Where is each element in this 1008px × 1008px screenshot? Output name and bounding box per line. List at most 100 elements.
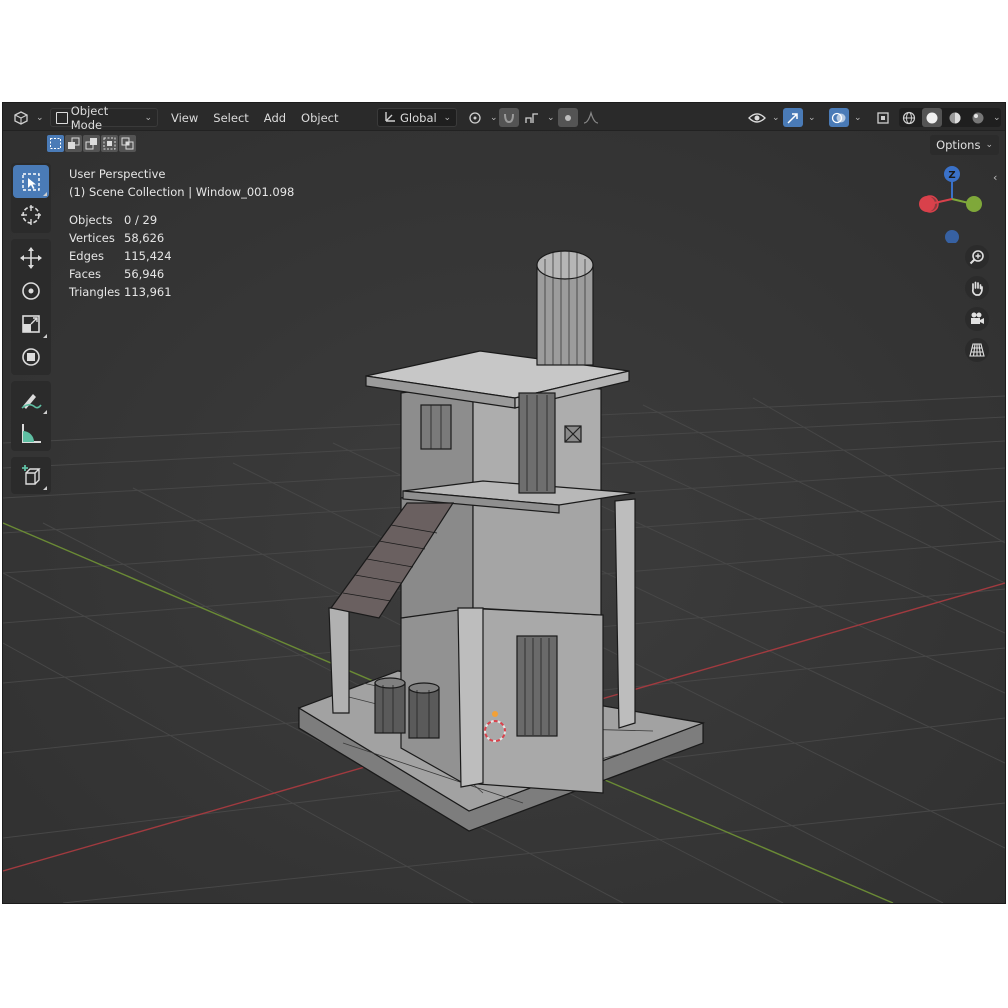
mode-label: Object Mode: [70, 103, 109, 132]
collection-label: (1) Scene Collection | Window_001.098: [69, 185, 295, 199]
gizmo-x[interactable]: [919, 196, 935, 212]
orientation-dropdown[interactable]: Global ⌄: [377, 108, 457, 127]
transform-tool[interactable]: [13, 340, 49, 373]
hand-icon: [971, 281, 983, 296]
selection-mode-buttons: [47, 135, 136, 152]
mode-dropdown[interactable]: Object Mode ⌄: [50, 104, 158, 132]
options-label: Options: [936, 138, 981, 152]
select-intersect-icon[interactable]: [119, 135, 136, 152]
overlays-icon: [829, 108, 849, 127]
stat-row: Faces 56,946: [69, 265, 172, 283]
orientation-label: Global: [400, 110, 437, 125]
select-invert-icon[interactable]: [101, 135, 118, 152]
editor-type-dropdown[interactable]: ⌄: [11, 108, 44, 127]
blender-window: ⌄ Object Mode ⌄ View Select Add Object G…: [2, 102, 1006, 904]
menu-add[interactable]: Add: [258, 111, 292, 125]
snap-target-icon[interactable]: [522, 108, 542, 127]
chevron-down-icon[interactable]: ⌄: [993, 113, 1001, 123]
menu-view[interactable]: View: [165, 111, 204, 125]
perspective-toggle-button[interactable]: [965, 338, 989, 362]
object-mode-icon: [56, 111, 68, 124]
shading-modes: ⌄: [899, 108, 1001, 127]
stat-row: Objects 0 / 29: [69, 211, 172, 229]
overlays-toggle[interactable]: ⌄: [829, 108, 862, 127]
zoom-icon: [969, 250, 984, 265]
stat-value: 58,626: [124, 231, 165, 245]
stat-value: 115,424: [124, 249, 172, 263]
chevron-down-icon: ⌄: [36, 112, 44, 123]
cursor-icon: [21, 204, 41, 225]
xray-toggle[interactable]: [873, 108, 893, 127]
select-subtract-icon[interactable]: [83, 135, 100, 152]
tool-shelf: [11, 163, 51, 500]
chevron-down-icon: ⌄: [490, 112, 498, 123]
tool-group-annotate: [11, 381, 51, 451]
proportional-edit-icon[interactable]: [558, 108, 578, 127]
add-cube-tool[interactable]: [13, 459, 49, 492]
chevron-down-icon[interactable]: ⌄: [808, 113, 816, 123]
rotate-tool[interactable]: [13, 274, 49, 307]
stat-label: Triangles: [69, 285, 121, 299]
select-box-tool[interactable]: [13, 165, 49, 198]
transform-icon: [22, 347, 40, 366]
select-box-icon: [22, 172, 40, 191]
cursor-tool[interactable]: [13, 198, 49, 231]
wireframe-shading-icon[interactable]: [899, 108, 919, 127]
chevron-down-icon: ⌄: [985, 140, 993, 150]
scale-tool[interactable]: [13, 307, 49, 340]
annotate-icon: [21, 393, 42, 409]
stat-label: Objects: [69, 213, 113, 227]
navigation-gizmo[interactable]: Z: [915, 163, 985, 243]
viewport-header: ⌄ Object Mode ⌄ View Select Add Object G…: [3, 103, 1005, 132]
gizmo-toggle[interactable]: ⌄: [783, 108, 816, 127]
gizmo-y[interactable]: [966, 196, 982, 212]
pivot-dropdown[interactable]: ⌄: [465, 108, 498, 127]
3d-viewport-icon: [11, 108, 31, 127]
proportional-editing: [558, 108, 601, 127]
snap-toggle-icon[interactable]: [499, 108, 519, 127]
tool-group-add: [11, 457, 51, 494]
visibility-dropdown[interactable]: ⌄: [747, 108, 780, 127]
pan-button[interactable]: [965, 276, 989, 300]
options-dropdown[interactable]: Options ⌄: [930, 135, 999, 155]
tool-options-corner: [43, 410, 47, 414]
chevron-down-icon: ⌄: [772, 112, 780, 123]
xray-icon: [873, 108, 893, 127]
stat-value: 0 / 29: [124, 213, 158, 227]
perspective-label: User Perspective: [69, 167, 166, 181]
select-extend-icon[interactable]: [65, 135, 82, 152]
menu-object[interactable]: Object: [295, 111, 344, 125]
tool-options-corner: [43, 486, 47, 490]
measure-tool[interactable]: [13, 416, 49, 449]
chevron-down-icon[interactable]: ⌄: [854, 113, 862, 123]
chevron-down-icon[interactable]: ⌄: [547, 113, 555, 123]
material-shading-icon[interactable]: [945, 108, 965, 127]
sidebar-toggle-icon[interactable]: ‹: [993, 171, 997, 184]
rendered-shading-icon[interactable]: [968, 108, 988, 127]
select-new-icon[interactable]: [47, 135, 64, 152]
scene-statistics: Objects 0 / 29 Vertices 58,626 Edges 115…: [69, 211, 172, 301]
gizmo-icon: [783, 108, 803, 127]
menu-select[interactable]: Select: [207, 111, 254, 125]
pivot-point-icon: [465, 108, 485, 127]
annotate-tool[interactable]: [13, 383, 49, 416]
gizmo-z-label: Z: [948, 170, 955, 181]
zoom-button[interactable]: [965, 245, 989, 269]
grid-perspective-icon: [969, 343, 985, 357]
stat-row: Edges 115,424: [69, 247, 172, 265]
viewport-info: User Perspective (1) Scene Collection | …: [69, 165, 294, 201]
tool-options-corner: [43, 192, 47, 196]
scale-icon: [22, 314, 40, 333]
tool-group-transform: [11, 239, 51, 375]
chevron-down-icon: ⌄: [144, 112, 152, 123]
move-tool[interactable]: [13, 241, 49, 274]
transform-orientation-icon: [383, 109, 397, 126]
view-navigation-buttons: [965, 245, 991, 369]
camera-view-button[interactable]: [965, 307, 989, 331]
eye-icon: [747, 108, 767, 127]
tool-options-corner: [43, 334, 47, 338]
solid-shading-icon[interactable]: [922, 108, 942, 127]
gizmo-neg-z[interactable]: [945, 230, 959, 243]
falloff-curve-icon[interactable]: [581, 108, 601, 127]
stat-label: Edges: [69, 249, 104, 263]
